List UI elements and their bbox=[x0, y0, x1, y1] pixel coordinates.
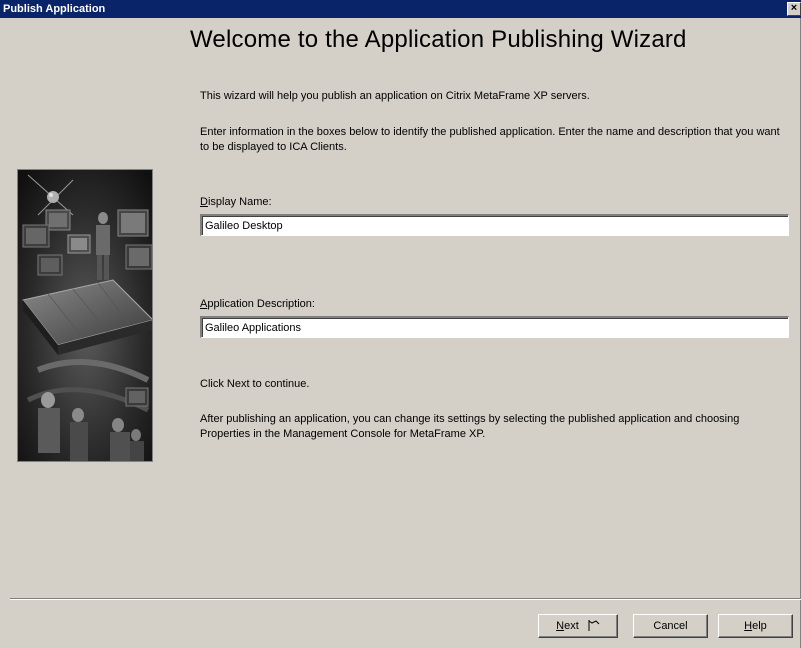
display-name-label: Display Name: bbox=[200, 196, 272, 208]
next-flag-icon bbox=[588, 620, 600, 631]
next-button[interactable]: Next bbox=[538, 614, 618, 638]
wizard-heading: Welcome to the Application Publishing Wi… bbox=[190, 26, 687, 53]
close-button[interactable]: × bbox=[787, 2, 801, 16]
continue-text: Click Next to continue. bbox=[200, 378, 310, 390]
wizard-illustration-graphic bbox=[18, 170, 152, 461]
wizard-illustration bbox=[17, 169, 153, 462]
intro-text: This wizard will help you publish an app… bbox=[200, 90, 590, 102]
app-description-label: Application Description: bbox=[200, 298, 315, 310]
display-name-input[interactable] bbox=[200, 214, 789, 236]
app-description-input[interactable] bbox=[200, 316, 789, 338]
help-button[interactable]: Help bbox=[718, 614, 793, 638]
after-publishing-text: After publishing an application, you can… bbox=[200, 413, 740, 440]
button-divider bbox=[10, 598, 801, 600]
instructions-text: Enter information in the boxes below to … bbox=[200, 126, 780, 153]
close-icon: × bbox=[790, 2, 798, 14]
window-titlebar[interactable]: Publish Application × bbox=[0, 0, 801, 18]
window-title: Publish Application bbox=[3, 3, 106, 15]
cancel-button[interactable]: Cancel bbox=[633, 614, 708, 638]
